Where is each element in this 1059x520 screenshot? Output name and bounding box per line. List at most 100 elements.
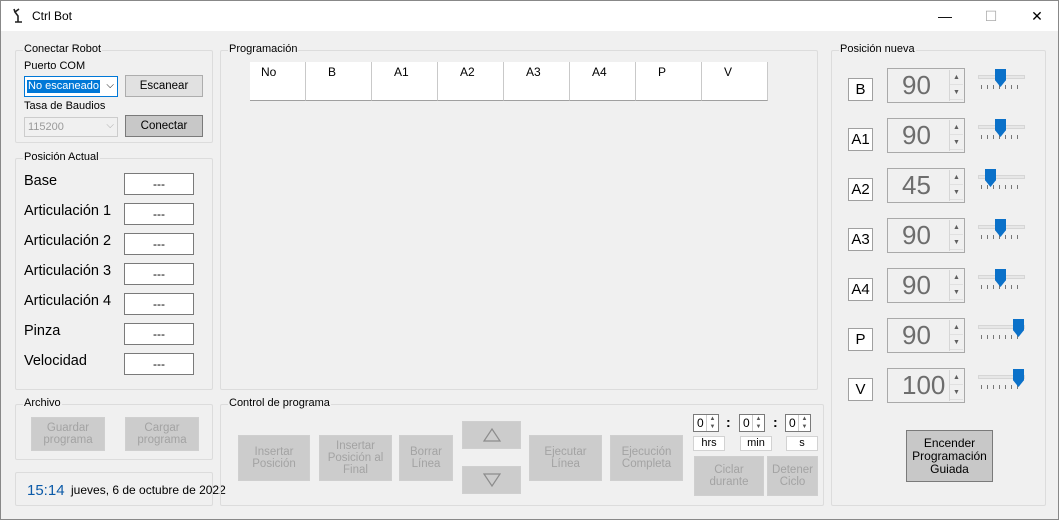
position-value: 90	[902, 220, 931, 250]
time-separator: :	[773, 414, 778, 430]
connect-group-title: Conectar Robot	[23, 43, 103, 55]
new-position-title: Posición nueva	[839, 43, 916, 55]
current-position-label: Articulación 2	[24, 233, 112, 249]
axis-label: A2	[848, 178, 873, 201]
grid-column-header[interactable]: A4	[570, 62, 636, 101]
clock-date: jueves, 6 de octubre de 2022	[71, 483, 226, 497]
move-down-button[interactable]	[462, 466, 521, 494]
insert-position-button[interactable]: Insertar Posición	[238, 435, 310, 481]
grid-column-header[interactable]: B	[306, 62, 372, 101]
window-title: Ctrl Bot	[32, 9, 73, 23]
position-numeric-input[interactable]: 90 ▲ ▼	[887, 268, 965, 303]
current-position-label: Velocidad	[24, 353, 87, 369]
com-port-value: No escaneado	[27, 80, 100, 93]
position-numeric-input[interactable]: 90 ▲ ▼	[887, 68, 965, 103]
minutes-spinner[interactable]: 0 ▲ ▼	[739, 414, 765, 432]
spin-arrows-icon[interactable]: ▲ ▼	[949, 220, 963, 251]
grid-column-header[interactable]: A1	[372, 62, 438, 101]
position-numeric-input[interactable]: 90 ▲ ▼	[887, 318, 965, 353]
clock-time: 15:14	[27, 482, 65, 499]
current-position-value: ---	[124, 233, 194, 255]
spin-arrows-icon[interactable]: ▲ ▼	[949, 120, 963, 151]
guided-programming-button[interactable]: Encender Programación Guiada	[906, 430, 993, 482]
position-value: 90	[902, 70, 931, 100]
time-separator: :	[726, 414, 731, 430]
baud-rate-label: Tasa de Baudios	[24, 100, 106, 112]
com-port-select[interactable]: No escaneado ⌵	[24, 76, 118, 97]
spin-arrows-icon[interactable]: ▲ ▼	[949, 270, 963, 301]
grid-column-header[interactable]: P	[636, 62, 702, 101]
com-port-label: Puerto COM	[24, 60, 86, 72]
load-program-button[interactable]: Cargar programa	[125, 417, 199, 451]
stop-cycle-button[interactable]: Detener Ciclo	[767, 456, 818, 496]
axis-label: P	[848, 328, 873, 351]
spin-arrows-icon[interactable]: ▲ ▼	[752, 415, 764, 431]
insert-position-end-button[interactable]: Insertar Posición al Final	[319, 435, 392, 481]
run-all-button[interactable]: Ejecución Completa	[610, 435, 683, 481]
current-position-value: ---	[124, 263, 194, 285]
grid-column-header[interactable]: A3	[504, 62, 570, 101]
programming-group-title: Programación	[228, 43, 299, 55]
current-position-value: ---	[124, 353, 194, 375]
grid-column-header[interactable]: A2	[438, 62, 504, 101]
seconds-spinner[interactable]: 0 ▲ ▼	[785, 414, 811, 432]
position-numeric-input[interactable]: 90 ▲ ▼	[887, 218, 965, 253]
current-position-title: Posición Actual	[23, 151, 100, 163]
position-value: 90	[902, 120, 931, 150]
connect-button[interactable]: Conectar	[125, 115, 203, 137]
axis-label: V	[848, 378, 873, 401]
position-value: 90	[902, 320, 931, 350]
minutes-unit-label: min	[740, 436, 772, 451]
chevron-down-icon	[482, 473, 501, 488]
current-position-label: Base	[24, 173, 58, 189]
axis-label: B	[848, 78, 873, 101]
spin-arrows-icon[interactable]: ▲ ▼	[949, 70, 963, 101]
position-numeric-input[interactable]: 90 ▲ ▼	[887, 118, 965, 153]
current-position-value: ---	[124, 173, 194, 195]
run-line-button[interactable]: Ejecutar Línea	[529, 435, 602, 481]
current-position-value: ---	[124, 293, 194, 315]
hours-value: 0	[697, 416, 704, 430]
hours-spinner[interactable]: 0 ▲ ▼	[693, 414, 719, 432]
position-numeric-input[interactable]: 45 ▲ ▼	[887, 168, 965, 203]
seconds-unit-label: s	[786, 436, 818, 451]
spin-arrows-icon[interactable]: ▲ ▼	[949, 320, 963, 351]
current-position-label: Articulación 1	[24, 203, 112, 219]
chevron-down-icon: ⌵	[106, 80, 114, 91]
position-value: 100	[902, 370, 946, 400]
close-button[interactable]: ✕	[1014, 1, 1059, 31]
minimize-button[interactable]: —	[922, 1, 968, 31]
spin-arrows-icon[interactable]: ▲ ▼	[706, 415, 718, 431]
baud-rate-value: 115200	[28, 121, 64, 133]
current-position-label: Articulación 4	[24, 293, 112, 309]
current-position-value: ---	[124, 203, 194, 225]
move-up-button[interactable]	[462, 421, 521, 449]
spin-arrows-icon[interactable]: ▲ ▼	[798, 415, 810, 431]
current-position-value: ---	[124, 323, 194, 345]
slider-ticks	[981, 385, 1021, 389]
cycle-button[interactable]: Ciclar durante	[694, 456, 764, 496]
axis-label: A4	[848, 278, 873, 301]
seconds-value: 0	[789, 416, 796, 430]
position-value: 90	[902, 270, 931, 300]
save-program-button[interactable]: Guardar programa	[31, 417, 105, 451]
current-position-label: Pinza	[24, 323, 61, 339]
program-grid-header: No B A1 A2 A3 A4 P V	[250, 62, 768, 102]
grid-column-header[interactable]: No	[250, 62, 306, 101]
scan-button[interactable]: Escanear	[125, 75, 203, 97]
robot-arm-icon	[13, 8, 22, 23]
program-control-title: Control de programa	[228, 397, 331, 409]
grid-column-header[interactable]: V	[702, 62, 768, 101]
axis-label: A3	[848, 228, 873, 251]
app-window: Ctrl Bot — ☐ ✕ Conectar Robot Puerto COM…	[0, 0, 1059, 520]
baud-rate-select[interactable]: 115200 ⌵	[24, 117, 118, 137]
chevron-up-icon	[482, 427, 501, 442]
current-position-label: Articulación 3	[24, 263, 112, 279]
spin-arrows-icon[interactable]: ▲ ▼	[949, 170, 963, 201]
hours-unit-label: hrs	[693, 436, 725, 451]
spin-arrows-icon[interactable]: ▲ ▼	[949, 370, 963, 401]
position-numeric-input[interactable]: 100 ▲ ▼	[887, 368, 965, 403]
minutes-value: 0	[743, 416, 750, 430]
maximize-button[interactable]: ☐	[968, 1, 1014, 31]
delete-line-button[interactable]: Borrar Línea	[399, 435, 453, 481]
